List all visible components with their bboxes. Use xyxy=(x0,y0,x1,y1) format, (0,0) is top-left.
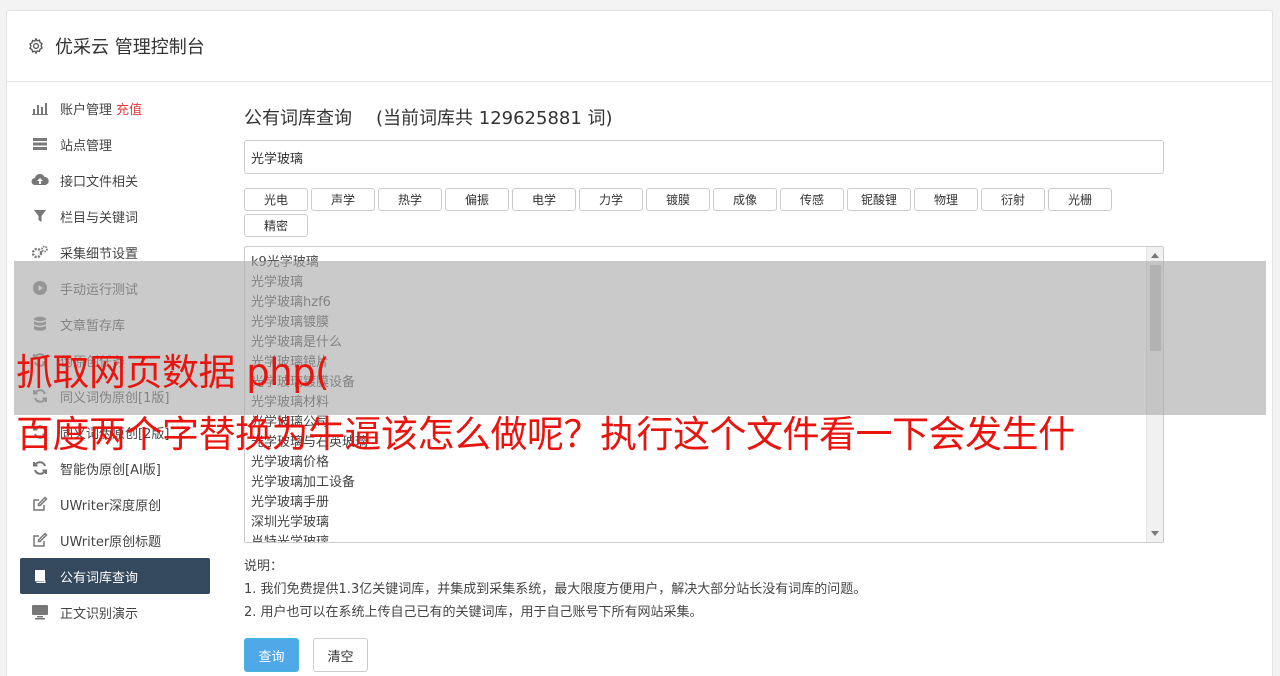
action-buttons: 查询 清空 xyxy=(244,638,1169,672)
tag-button[interactable]: 衍射 xyxy=(981,188,1045,211)
sidebar-item-label: 接口文件相关 xyxy=(60,174,139,190)
sidebar-item-label: UWriter深度原创 xyxy=(60,498,162,514)
cogs-icon xyxy=(31,244,49,260)
tag-button[interactable]: 物理 xyxy=(914,188,978,211)
server-icon xyxy=(31,136,49,152)
result-item[interactable]: 光学玻璃手册 xyxy=(251,493,1157,513)
result-item[interactable]: 光学玻璃加工设备 xyxy=(251,473,1157,493)
overlay-title-line-1: 抓取网页数据 php( xyxy=(16,351,330,394)
sidebar-item-label: 智能伪原创[AI版] xyxy=(60,462,161,478)
monitor-icon xyxy=(31,604,49,620)
result-item[interactable]: 深圳光学玻璃 xyxy=(251,513,1157,533)
sidebar-item[interactable]: 站点管理 xyxy=(20,126,210,162)
tag-button[interactable]: 电学 xyxy=(512,188,576,211)
note-line: 2. 用户也可以在系统上传自己已有的关键词库，用于自己账号下所有网站采集。 xyxy=(244,605,703,620)
sidebar-item-label: 站点管理 xyxy=(60,138,113,154)
tag-filter-list: 光电 声学 热学 偏振 电学 力学 镀膜 成像 传感 铌酸锂 物理 衍射 光栅精密 xyxy=(244,188,1124,240)
note-line: 1. 我们免费提供1.3亿关键词库，并集成到采集系统，最大限度方便用户，解决大部… xyxy=(244,582,867,597)
scroll-up-icon[interactable] xyxy=(1151,253,1159,258)
scroll-down-icon[interactable] xyxy=(1151,531,1159,536)
page-title: 优采云 管理控制台 xyxy=(55,37,205,58)
tag-button[interactable]: 光电 xyxy=(244,188,308,211)
clear-button[interactable]: 清空 xyxy=(313,638,368,672)
tag-button[interactable]: 传感 xyxy=(780,188,844,211)
sidebar-item[interactable]: UWriter原创标题 xyxy=(20,522,210,558)
notes-section: 说明： 1. 我们免费提供1.3亿关键词库，并集成到采集系统，最大限度方便用户，… xyxy=(244,555,1169,624)
keyword-search-input[interactable]: 光学玻璃 xyxy=(244,140,1164,174)
sidebar-item[interactable]: 账户管理 充值 xyxy=(20,90,210,126)
sidebar-item[interactable]: UWriter深度原创 xyxy=(20,486,210,522)
tag-button[interactable]: 光栅 xyxy=(1048,188,1112,211)
sidebar-item-label: 账户管理 xyxy=(60,102,113,118)
refresh-icon xyxy=(31,460,49,476)
sidebar-item[interactable]: 正文识别演示 xyxy=(20,594,210,630)
section-title: 公有词库查询 xyxy=(244,108,352,129)
sidebar-item-label: 正文识别演示 xyxy=(60,606,139,622)
edit-icon xyxy=(31,496,49,512)
section-heading: 公有词库查询 (当前词库共 129625881 词) xyxy=(244,104,1169,134)
bar-chart-icon xyxy=(31,100,49,116)
word-count: (当前词库共 129625881 词) xyxy=(376,108,613,129)
sidebar-item[interactable]: 栏目与关键词 xyxy=(20,198,210,234)
tag-button[interactable]: 热学 xyxy=(378,188,442,211)
tag-button[interactable]: 精密 xyxy=(244,214,308,237)
gear-icon xyxy=(29,37,43,55)
overlay-title-line-2: 百度两个字替换为牛逼该怎么做呢？执行这个文件看一下会发生什 xyxy=(16,413,1075,456)
result-item[interactable]: 肖特光学玻璃 xyxy=(251,533,1157,542)
sidebar-item[interactable]: 公有词库查询 xyxy=(20,558,210,594)
cloud-upload-icon xyxy=(31,172,49,188)
query-button[interactable]: 查询 xyxy=(244,638,299,672)
tag-button[interactable]: 铌酸锂 xyxy=(847,188,911,211)
tag-button[interactable]: 成像 xyxy=(713,188,777,211)
recharge-link[interactable]: 充值 xyxy=(116,99,142,118)
tag-button[interactable]: 偏振 xyxy=(445,188,509,211)
sidebar-item-label: 栏目与关键词 xyxy=(60,210,139,226)
panel-header: 优采云 管理控制台 xyxy=(7,11,1272,82)
tag-button[interactable]: 声学 xyxy=(311,188,375,211)
book-icon xyxy=(31,568,49,584)
tag-button[interactable]: 力学 xyxy=(579,188,643,211)
notes-title: 说明： xyxy=(244,559,284,574)
sidebar-item-label: UWriter原创标题 xyxy=(60,534,162,550)
sidebar-item-label: 采集细节设置 xyxy=(60,246,139,262)
filter-icon xyxy=(31,208,49,224)
tag-button[interactable]: 镀膜 xyxy=(646,188,710,211)
sidebar-item-label: 公有词库查询 xyxy=(60,570,139,586)
edit-icon xyxy=(31,532,49,548)
sidebar-item[interactable]: 接口文件相关 xyxy=(20,162,210,198)
